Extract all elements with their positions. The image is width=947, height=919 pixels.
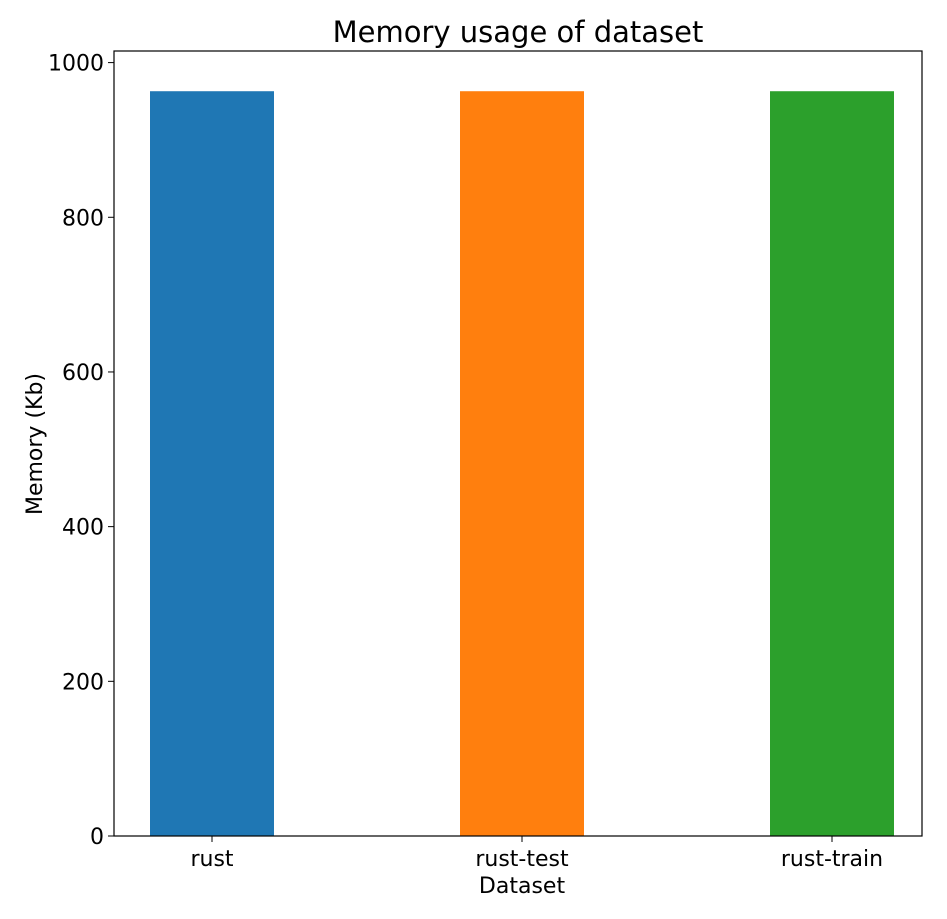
y-tick-label: 800 [62, 206, 104, 231]
x-tick-label: rust-train [781, 847, 883, 872]
x-axis-label: Dataset [479, 874, 566, 899]
y-tick-label: 600 [62, 361, 104, 386]
chart-title: Memory usage of dataset [333, 15, 704, 49]
bar-rust [150, 91, 274, 837]
bar-rust-train [770, 91, 894, 837]
y-tick-label: 200 [62, 670, 104, 695]
bar-rust-test [460, 91, 584, 837]
x-axis-ticks: rust rust-test rust-train [190, 836, 883, 872]
y-tick-label: 0 [90, 825, 104, 850]
y-tick-label: 1000 [48, 52, 104, 77]
x-tick-label: rust-test [475, 847, 569, 872]
y-axis-label: Memory (Kb) [23, 373, 48, 515]
y-tick-label: 400 [62, 516, 104, 541]
bars-layer [150, 91, 894, 837]
bar-chart: Memory usage of dataset 0 200 400 600 800 100… [23, 15, 923, 899]
y-axis-ticks: 0 200 400 600 800 1000 [48, 52, 114, 850]
x-tick-label: rust [190, 847, 233, 872]
